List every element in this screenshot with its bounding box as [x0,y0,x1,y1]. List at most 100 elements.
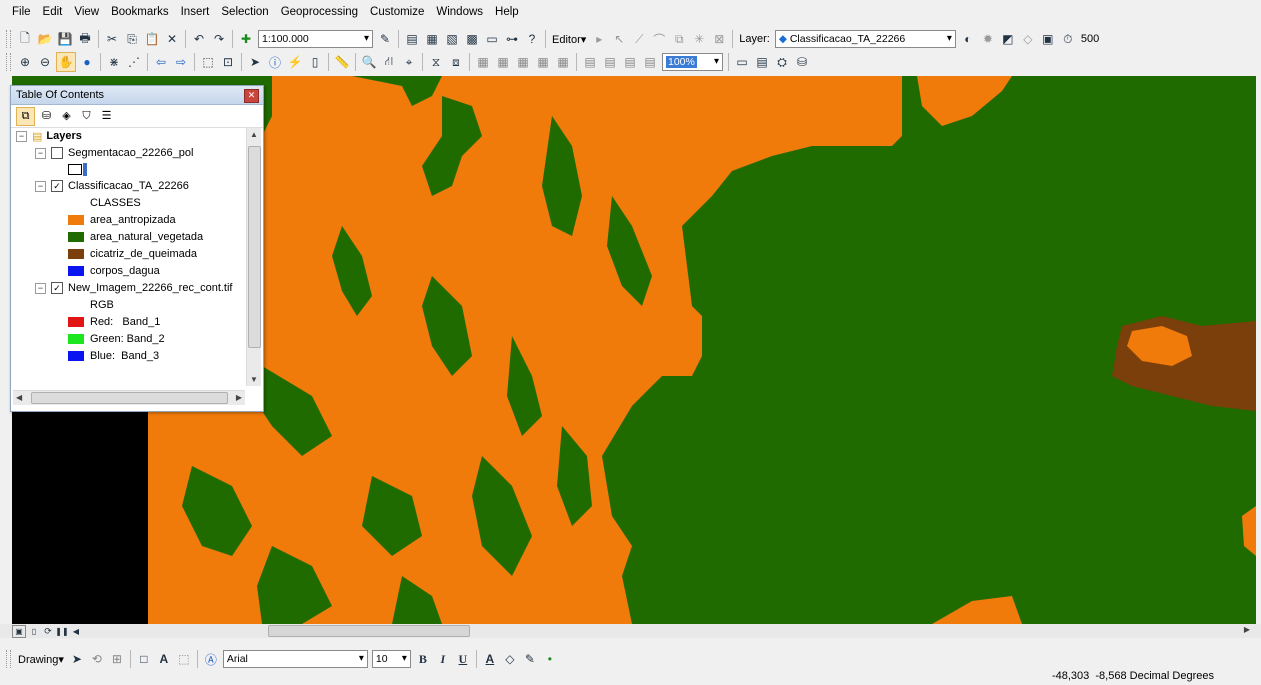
scroll-left-icon[interactable]: ◀ [16,393,22,402]
collapse-icon[interactable]: − [35,147,46,159]
effects-tool-1-icon[interactable]: ▤ [581,53,599,71]
full-extent-icon[interactable]: ● [78,53,96,71]
straight-segment-icon[interactable]: ⟋ [630,30,648,48]
flicker-icon[interactable]: ◇ [1019,30,1037,48]
data-view-icon[interactable]: ▣ [12,624,26,638]
effects-tool-4-icon[interactable]: ▤ [641,53,659,71]
new-document-icon[interactable]: 🗋 [16,30,34,48]
menu-edit[interactable]: Edit [37,0,69,24]
effects-icon[interactable]: ▣ [1039,30,1057,48]
edit-vertices-icon[interactable]: ⊠ [710,30,728,48]
hyperlink-icon[interactable]: ⚡ [286,53,304,71]
georef-tool-5-icon[interactable]: ▦ [554,53,572,71]
effects-tool-3-icon[interactable]: ▤ [621,53,639,71]
find-route-icon[interactable]: ⛙ [380,53,398,71]
legend-item[interactable]: corpos_dagua [68,263,160,279]
rotate-icon[interactable]: ⟲ [88,650,106,668]
options-icon[interactable]: ☰ [98,108,115,125]
print-icon[interactable]: 🖶 [76,30,94,48]
point-icon[interactable]: ✳ [690,30,708,48]
whats-this-icon[interactable]: ? [523,30,541,48]
font-size-dropdown[interactable]: 10 [371,650,411,668]
transparency-dropdown[interactable]: 100% [662,53,723,71]
toolbar-grip[interactable] [6,53,11,71]
menu-help[interactable]: Help [489,0,525,24]
layout-tool-1-icon[interactable]: ▭ [733,53,751,71]
toolbar-grip[interactable] [6,30,11,48]
close-icon[interactable]: ✕ [244,89,259,103]
layers-root[interactable]: − ▤ Layers [16,128,82,144]
georef-tool-1-icon[interactable]: ▦ [474,53,492,71]
menu-file[interactable]: File [0,0,37,24]
layout-tool-3-icon[interactable]: ⛭ [773,53,791,71]
scroll-thumb[interactable] [31,392,228,404]
contrast-icon[interactable]: ◐ [959,30,977,48]
band-item[interactable]: Green: Band_2 [68,331,165,347]
identify-icon[interactable]: ⓘ [266,53,284,71]
scroll-thumb[interactable] [268,625,470,637]
find-icon[interactable]: 🔍 [360,53,378,71]
layer-dropdown[interactable]: ◆ Classificacao_TA_22266 [774,30,956,48]
fixed-zoom-out-icon[interactable]: ⋰ [125,53,143,71]
menu-windows[interactable]: Windows [430,0,489,24]
add-data-icon[interactable]: ✚ [237,30,255,48]
time-slider-icon[interactable]: ⧖ [427,53,445,71]
layer-classificacao[interactable]: − ✓ Classificacao_TA_22266 [35,178,189,194]
toc-vertical-scrollbar[interactable]: ▲ ▼ [246,128,261,386]
select-elements-icon[interactable]: ➤ [246,53,264,71]
georef-tool-4-icon[interactable]: ▦ [534,53,552,71]
collapse-icon[interactable]: − [35,282,46,294]
menu-view[interactable]: View [68,0,105,24]
html-popup-icon[interactable]: ▯ [306,53,324,71]
underline-button[interactable]: U [454,650,472,668]
arctoolbox-icon[interactable]: ▩ [463,30,481,48]
catalog-icon[interactable]: ▦ [423,30,441,48]
band-item[interactable]: Blue: Band_3 [68,348,159,364]
flicker-rate-icon[interactable]: ⏱ [1059,30,1077,48]
menu-bookmarks[interactable]: Bookmarks [105,0,175,24]
list-by-selection-icon[interactable]: ⛉ [78,108,95,125]
menu-geoprocessing[interactable]: Geoprocessing [275,0,364,24]
goto-xy-icon[interactable]: ⌖ [400,53,418,71]
search-window-icon[interactable]: ▧ [443,30,461,48]
layout-view-icon[interactable]: ▯ [28,626,40,637]
layer-new-imagem[interactable]: − ✓ New_Imagem_22266_rec_cont.tif [35,280,232,296]
list-by-source-icon[interactable]: ⛁ [38,108,55,125]
editor-toolbar-icon[interactable]: ✎ [376,30,394,48]
toolbar-grip[interactable] [6,650,11,668]
font-icon[interactable]: Ⓐ [202,650,220,668]
collapse-icon[interactable]: − [35,180,46,192]
pause-drawing-icon[interactable]: ❚❚ [55,626,68,637]
copy-icon[interactable]: ⎘ [123,30,141,48]
legend-item[interactable]: area_natural_vegetada [68,229,203,245]
legend-item[interactable]: area_antropizada [68,212,176,228]
text-icon[interactable]: A [155,650,173,668]
endpoint-arc-icon[interactable]: ⌒ [650,30,668,48]
drawing-menu[interactable]: Drawing▾ [15,653,67,666]
band-item[interactable]: Red: Band_1 [68,314,160,330]
swipe-icon[interactable]: ◩ [999,30,1017,48]
python-window-icon[interactable]: ▭ [483,30,501,48]
toc-horizontal-scrollbar[interactable]: ◀ ▶ [13,390,245,405]
callout-icon[interactable]: ⬚ [175,650,193,668]
viewer-window-icon[interactable]: ⧈ [447,53,465,71]
scroll-thumb[interactable] [248,146,261,348]
map-horizontal-scrollbar[interactable]: ▶ [100,625,1250,637]
table-of-contents-icon[interactable]: ▤ [403,30,421,48]
rectangle-icon[interactable]: □ [135,650,153,668]
fill-color-icon[interactable]: ◇ [501,650,519,668]
edit-tool-icon[interactable]: ▸ [590,30,608,48]
georef-tool-3-icon[interactable]: ▦ [514,53,532,71]
visibility-checkbox[interactable]: ✓ [51,180,63,192]
paste-icon[interactable]: 📋 [143,30,161,48]
zoom-whole-page-icon[interactable]: ⊞ [108,650,126,668]
model-builder-icon[interactable]: ⊶ [503,30,521,48]
undo-icon[interactable]: ↶ [190,30,208,48]
effects-tool-2-icon[interactable]: ▤ [601,53,619,71]
collapse-icon[interactable]: − [16,130,27,142]
pan-icon[interactable]: ✋ [56,52,76,72]
bold-button[interactable]: B [414,650,432,668]
flicker-rate-value[interactable]: 500 [1078,33,1102,45]
layout-tool-2-icon[interactable]: ▤ [753,53,771,71]
scroll-left-icon[interactable]: ◀ [70,626,82,637]
